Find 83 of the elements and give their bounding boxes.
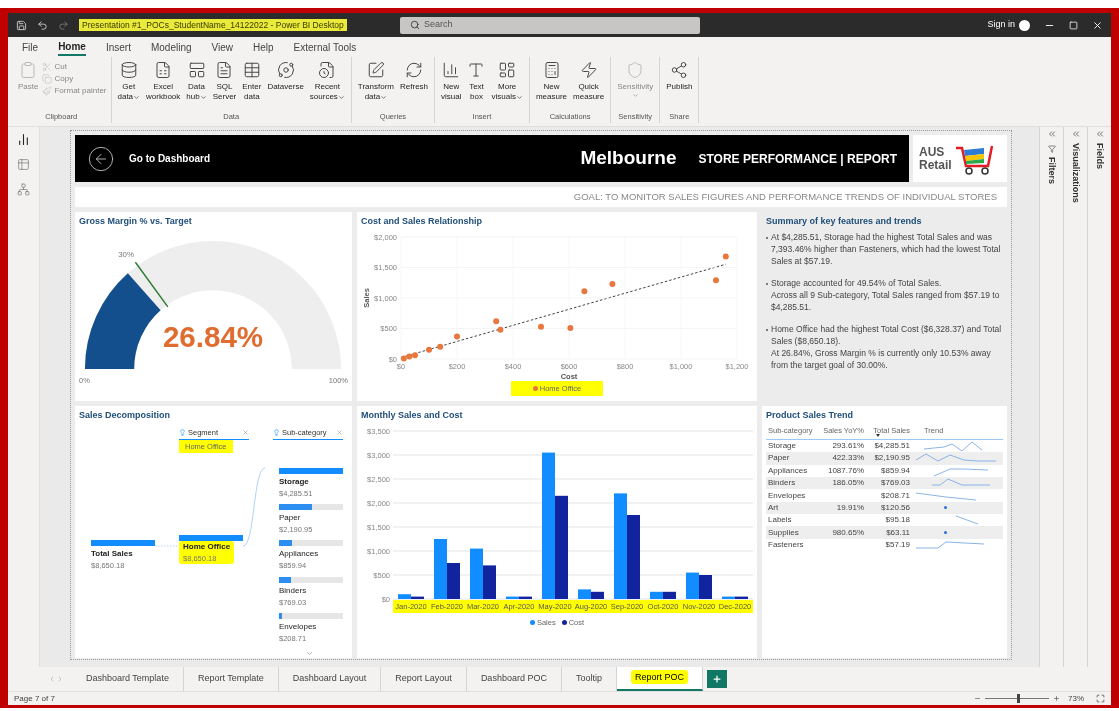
node-label[interactable]: Binders xyxy=(279,584,343,597)
card-title: Gross Margin % vs. Target xyxy=(79,215,193,228)
city-title: Melbourne xyxy=(580,146,677,171)
table-cell-text: $859.94 xyxy=(880,464,911,477)
table-cell-text: Binders xyxy=(767,477,797,490)
summary-text: Across all 9 Sub-category, Total Sales ranged from $57.19 to $4,285.51. xyxy=(771,288,1001,313)
collapsed-pane[interactable]: Filters xyxy=(1039,127,1063,667)
ribbon-button[interactable]: More visuals xyxy=(489,61,525,102)
summary-text: At 26.84%, Gross Margin % is currently only 10.53% away from the target goal of 30.00%. xyxy=(771,346,992,371)
node-label[interactable]: Paper xyxy=(279,512,343,524)
pane-title: Filters xyxy=(1046,157,1059,184)
pane-title: Fields xyxy=(1094,143,1107,169)
table-cell-text: $63.11 xyxy=(885,526,911,539)
card-title: Product Sales Trend xyxy=(766,409,855,422)
ribbon-button[interactable]: New visual xyxy=(439,61,464,102)
menu-tab[interactable]: External Tools xyxy=(293,38,357,56)
node-label: Total Sales xyxy=(91,547,134,560)
table-cell-text: $769.03 xyxy=(880,477,911,490)
back-link[interactable]: Go to Dashboard xyxy=(129,151,211,166)
summary-text: Storage accounted for 49.54% of Total Sales. xyxy=(771,276,943,289)
table-cell-text: $57.19 xyxy=(884,539,911,552)
zoom-reading: 73% xyxy=(1068,692,1084,705)
ribbon-button[interactable]: Excel workbook xyxy=(144,61,183,102)
target-label: 30% xyxy=(118,249,134,259)
table-cell-text: $208.71 xyxy=(880,489,911,502)
ribbon-button[interactable]: Recent sources xyxy=(307,61,347,102)
ribbon-button[interactable]: Transform data xyxy=(355,61,396,102)
card-title: Monthly Sales and Cost xyxy=(361,409,464,422)
card-title: Summary of key features and trends xyxy=(766,215,923,228)
collapsed-pane[interactable]: Visualizations xyxy=(1063,127,1087,667)
table-cell-text: $120.56 xyxy=(880,501,911,514)
page-tab[interactable]: Report POC xyxy=(616,667,703,691)
table-cell-text: Supplies xyxy=(767,526,800,539)
table-cell-text: 293.61% xyxy=(831,439,865,452)
sign-in-link[interactable]: Sign in xyxy=(987,18,1015,32)
ribbon-button[interactable]: Get data xyxy=(115,61,143,102)
page-indicator: Page 7 of 7 xyxy=(14,692,55,705)
search-field[interactable]: Search xyxy=(400,16,700,34)
ribbon-button[interactable]: SQL Server xyxy=(210,61,239,102)
gauge-value: 26.84% xyxy=(162,319,264,353)
table-cell-text: Appliances xyxy=(767,464,809,477)
ribbon-button[interactable]: Enter data xyxy=(240,61,264,102)
card-title: Sales Decomposition xyxy=(79,409,172,422)
ribbon-button[interactable]: Text box xyxy=(465,61,488,102)
ribbon-button[interactable]: Refresh xyxy=(398,61,431,92)
summary-text: At $4,285.51, Storage had the highest Total Sales and was 7,393.46% higher than Fasteners, which had the lowest Total Sales at $57.19. xyxy=(771,230,1002,267)
table-cell-text: 186.05% xyxy=(831,477,865,490)
window-title: Presentation #1_POCs_StudentName_14122022 - Power BI Desktop xyxy=(79,18,347,32)
logo-text: Retail xyxy=(919,158,952,172)
node-label[interactable]: Home Office xyxy=(183,541,231,553)
node-label[interactable]: Storage xyxy=(279,475,343,488)
summary-text: Home Office had the highest Total Cost ($6,328.37) and Total Sales ($8,650.18). xyxy=(771,322,1003,347)
ribbon-button[interactable]: Dataverse xyxy=(265,61,306,92)
table-cell-text: Labels xyxy=(767,514,793,527)
menu-tab[interactable]: Insert xyxy=(105,38,131,56)
table-cell-text: $2,190.95 xyxy=(873,452,911,465)
collapsed-pane[interactable]: Fields xyxy=(1087,127,1111,667)
table-cell-text: 422.33% xyxy=(831,452,865,465)
node-label[interactable]: Appliances xyxy=(279,548,343,561)
menu-tab[interactable]: Modeling xyxy=(150,38,192,56)
ribbon-button[interactable]: New measure xyxy=(533,61,570,102)
table-cell-text: 19.91% xyxy=(835,501,865,514)
table-cell-text: $4,285.51 xyxy=(873,439,911,452)
table-cell-text: 980.65% xyxy=(831,526,865,539)
table-cell-text: Storage xyxy=(767,439,798,452)
table-cell-text: Art xyxy=(767,501,780,514)
node-label[interactable]: Envelopes xyxy=(279,620,343,633)
goal-bar: GOAL: TO MONITOR SALES FIGURES AND PERFORMANCE TRENDS OF INDIVIDUAL STORES xyxy=(75,187,1007,207)
report-subtitle: STORE PERFORMANCE | REPORT xyxy=(698,150,897,168)
table-cell-text: $95.18 xyxy=(884,514,911,527)
logo-text: AUS xyxy=(919,145,946,159)
ribbon-button[interactable]: Data hub xyxy=(184,61,209,102)
pane-title: Visualizations xyxy=(1070,143,1083,203)
table-cell-text: Paper xyxy=(767,452,791,465)
menu-tab[interactable]: View xyxy=(211,38,234,56)
ribbon-button[interactable]: Quick measure xyxy=(571,61,607,102)
table-cell-text: 1087.76% xyxy=(826,464,865,477)
menu-tab[interactable]: File xyxy=(22,38,39,56)
card-title: Cost and Sales Relationship xyxy=(361,215,484,228)
ribbon-button[interactable]: Publish xyxy=(664,61,695,92)
table-cell-text: Envelopes xyxy=(767,489,807,502)
menu-tab[interactable]: Help xyxy=(253,38,274,56)
table-cell-text: Fasteners xyxy=(767,539,805,552)
